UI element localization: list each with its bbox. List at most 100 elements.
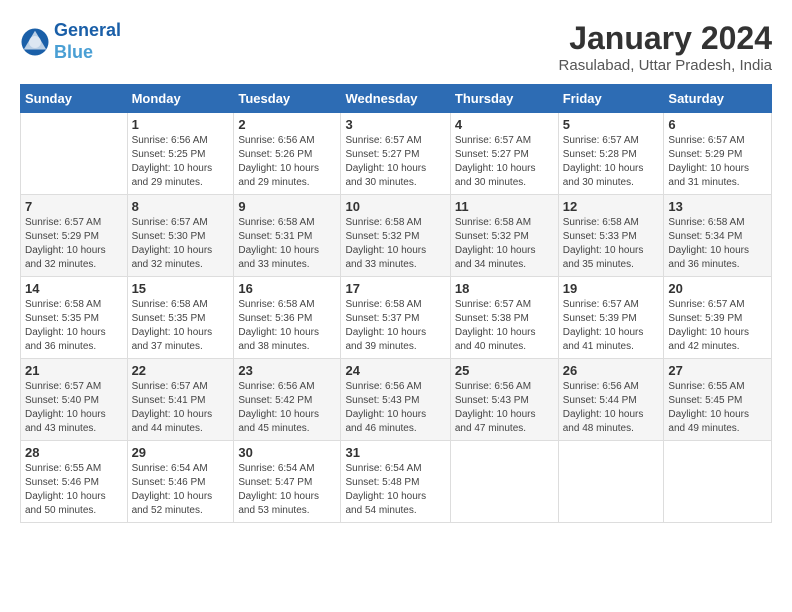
title-block: January 2024 Rasulabad, Uttar Pradesh, I… bbox=[559, 20, 772, 74]
calendar-week-row: 28 Sunrise: 6:55 AM Sunset: 5:46 PM Dayli… bbox=[21, 441, 772, 523]
calendar-week-row: 7 Sunrise: 6:57 AM Sunset: 5:29 PM Daylig… bbox=[21, 195, 772, 277]
day-info: Sunrise: 6:57 AM Sunset: 5:29 PM Dayligh… bbox=[25, 216, 123, 272]
logo-name1: General bbox=[54, 20, 121, 40]
calendar-cell: 9 Sunrise: 6:58 AM Sunset: 5:31 PM Daylig… bbox=[234, 195, 341, 277]
calendar-cell: 14 Sunrise: 6:58 AM Sunset: 5:35 PM Dayli… bbox=[21, 277, 128, 359]
day-info: Sunrise: 6:58 AM Sunset: 5:32 PM Dayligh… bbox=[345, 216, 445, 272]
header-day-saturday: Saturday bbox=[664, 85, 772, 113]
day-info: Sunrise: 6:57 AM Sunset: 5:27 PM Dayligh… bbox=[455, 134, 554, 190]
calendar-cell: 5 Sunrise: 6:57 AM Sunset: 5:28 PM Daylig… bbox=[558, 113, 664, 195]
day-info: Sunrise: 6:58 AM Sunset: 5:35 PM Dayligh… bbox=[25, 298, 123, 354]
day-info: Sunrise: 6:57 AM Sunset: 5:30 PM Dayligh… bbox=[132, 216, 230, 272]
calendar-cell: 20Sunrise: 6:57 AM Sunset: 5:39 PM Dayli… bbox=[664, 277, 772, 359]
day-number: 3 bbox=[345, 117, 445, 132]
calendar-cell: 27 Sunrise: 6:55 AM Sunset: 5:45 PM Dayli… bbox=[664, 359, 772, 441]
day-info: Sunrise: 6:57 AM Sunset: 5:40 PM Dayligh… bbox=[25, 380, 123, 436]
day-number: 30 bbox=[238, 445, 336, 460]
header-day-monday: Monday bbox=[127, 85, 234, 113]
calendar-cell bbox=[558, 441, 664, 523]
calendar-cell: 3 Sunrise: 6:57 AM Sunset: 5:27 PM Daylig… bbox=[341, 113, 450, 195]
calendar-cell: 7 Sunrise: 6:57 AM Sunset: 5:29 PM Daylig… bbox=[21, 195, 128, 277]
calendar-cell: 16 Sunrise: 6:58 AM Sunset: 5:36 PM Dayli… bbox=[234, 277, 341, 359]
logo-name2: Blue bbox=[54, 42, 93, 62]
day-number: 29 bbox=[132, 445, 230, 460]
header-day-sunday: Sunday bbox=[21, 85, 128, 113]
day-number: 11 bbox=[455, 199, 554, 214]
day-number: 19 bbox=[563, 281, 660, 296]
calendar-cell: 4 Sunrise: 6:57 AM Sunset: 5:27 PM Daylig… bbox=[450, 113, 558, 195]
day-info: Sunrise: 6:55 AM Sunset: 5:46 PM Dayligh… bbox=[25, 462, 123, 518]
day-number: 21 bbox=[25, 363, 123, 378]
day-number: 4 bbox=[455, 117, 554, 132]
day-info: Sunrise: 6:58 AM Sunset: 5:31 PM Dayligh… bbox=[238, 216, 336, 272]
day-info: Sunrise: 6:58 AM Sunset: 5:35 PM Dayligh… bbox=[132, 298, 230, 354]
day-number: 14 bbox=[25, 281, 123, 296]
day-info: Sunrise: 6:57 AM Sunset: 5:27 PM Dayligh… bbox=[345, 134, 445, 190]
calendar-cell: 30 Sunrise: 6:54 AM Sunset: 5:47 PM Dayli… bbox=[234, 441, 341, 523]
day-number: 25 bbox=[455, 363, 554, 378]
calendar-week-row: 1Sunrise: 6:56 AM Sunset: 5:25 PM Daylig… bbox=[21, 113, 772, 195]
day-info: Sunrise: 6:58 AM Sunset: 5:36 PM Dayligh… bbox=[238, 298, 336, 354]
calendar-cell: 22 Sunrise: 6:57 AM Sunset: 5:41 PM Dayli… bbox=[127, 359, 234, 441]
day-number: 9 bbox=[238, 199, 336, 214]
day-info: Sunrise: 6:55 AM Sunset: 5:45 PM Dayligh… bbox=[668, 380, 767, 436]
calendar-cell: 18Sunrise: 6:57 AM Sunset: 5:38 PM Dayli… bbox=[450, 277, 558, 359]
calendar-week-row: 21 Sunrise: 6:57 AM Sunset: 5:40 PM Dayli… bbox=[21, 359, 772, 441]
day-info: Sunrise: 6:56 AM Sunset: 5:44 PM Dayligh… bbox=[563, 380, 660, 436]
day-number: 31 bbox=[345, 445, 445, 460]
calendar-table: SundayMondayTuesdayWednesdayThursdayFrid… bbox=[20, 84, 772, 523]
day-number: 24 bbox=[345, 363, 445, 378]
day-number: 15 bbox=[132, 281, 230, 296]
calendar-cell: 2Sunrise: 6:56 AM Sunset: 5:26 PM Daylig… bbox=[234, 113, 341, 195]
day-info: Sunrise: 6:57 AM Sunset: 5:29 PM Dayligh… bbox=[668, 134, 767, 190]
day-number: 28 bbox=[25, 445, 123, 460]
logo-icon bbox=[20, 27, 50, 57]
day-number: 16 bbox=[238, 281, 336, 296]
day-info: Sunrise: 6:56 AM Sunset: 5:42 PM Dayligh… bbox=[238, 380, 336, 436]
day-number: 22 bbox=[132, 363, 230, 378]
calendar-cell: 10Sunrise: 6:58 AM Sunset: 5:32 PM Dayli… bbox=[341, 195, 450, 277]
day-info: Sunrise: 6:57 AM Sunset: 5:28 PM Dayligh… bbox=[563, 134, 660, 190]
calendar-cell: 6 Sunrise: 6:57 AM Sunset: 5:29 PM Daylig… bbox=[664, 113, 772, 195]
header-day-friday: Friday bbox=[558, 85, 664, 113]
day-info: Sunrise: 6:58 AM Sunset: 5:37 PM Dayligh… bbox=[345, 298, 445, 354]
calendar-cell: 23 Sunrise: 6:56 AM Sunset: 5:42 PM Dayli… bbox=[234, 359, 341, 441]
calendar-cell: 11 Sunrise: 6:58 AM Sunset: 5:32 PM Dayli… bbox=[450, 195, 558, 277]
calendar-cell: 1Sunrise: 6:56 AM Sunset: 5:25 PM Daylig… bbox=[127, 113, 234, 195]
calendar-cell: 13 Sunrise: 6:58 AM Sunset: 5:34 PM Dayli… bbox=[664, 195, 772, 277]
day-number: 8 bbox=[132, 199, 230, 214]
day-number: 5 bbox=[563, 117, 660, 132]
day-info: Sunrise: 6:56 AM Sunset: 5:43 PM Dayligh… bbox=[455, 380, 554, 436]
day-info: Sunrise: 6:56 AM Sunset: 5:25 PM Dayligh… bbox=[132, 134, 230, 190]
calendar-cell: 31Sunrise: 6:54 AM Sunset: 5:48 PM Dayli… bbox=[341, 441, 450, 523]
day-info: Sunrise: 6:56 AM Sunset: 5:43 PM Dayligh… bbox=[345, 380, 445, 436]
day-number: 17 bbox=[345, 281, 445, 296]
day-number: 12 bbox=[563, 199, 660, 214]
month-title: January 2024 bbox=[559, 20, 772, 57]
day-info: Sunrise: 6:54 AM Sunset: 5:47 PM Dayligh… bbox=[238, 462, 336, 518]
day-info: Sunrise: 6:57 AM Sunset: 5:39 PM Dayligh… bbox=[668, 298, 767, 354]
day-number: 2 bbox=[238, 117, 336, 132]
calendar-cell: 12Sunrise: 6:58 AM Sunset: 5:33 PM Dayli… bbox=[558, 195, 664, 277]
day-number: 13 bbox=[668, 199, 767, 214]
header-day-tuesday: Tuesday bbox=[234, 85, 341, 113]
location-subtitle: Rasulabad, Uttar Pradesh, India bbox=[559, 57, 772, 74]
calendar-cell: 24 Sunrise: 6:56 AM Sunset: 5:43 PM Dayli… bbox=[341, 359, 450, 441]
header-day-thursday: Thursday bbox=[450, 85, 558, 113]
logo: General Blue bbox=[20, 20, 121, 63]
calendar-week-row: 14 Sunrise: 6:58 AM Sunset: 5:35 PM Dayli… bbox=[21, 277, 772, 359]
day-number: 23 bbox=[238, 363, 336, 378]
calendar-cell: 25 Sunrise: 6:56 AM Sunset: 5:43 PM Dayli… bbox=[450, 359, 558, 441]
day-info: Sunrise: 6:57 AM Sunset: 5:38 PM Dayligh… bbox=[455, 298, 554, 354]
day-info: Sunrise: 6:57 AM Sunset: 5:39 PM Dayligh… bbox=[563, 298, 660, 354]
calendar-cell: 21 Sunrise: 6:57 AM Sunset: 5:40 PM Dayli… bbox=[21, 359, 128, 441]
day-number: 7 bbox=[25, 199, 123, 214]
day-info: Sunrise: 6:58 AM Sunset: 5:32 PM Dayligh… bbox=[455, 216, 554, 272]
day-number: 27 bbox=[668, 363, 767, 378]
day-number: 26 bbox=[563, 363, 660, 378]
day-number: 6 bbox=[668, 117, 767, 132]
day-info: Sunrise: 6:58 AM Sunset: 5:34 PM Dayligh… bbox=[668, 216, 767, 272]
calendar-cell: 29Sunrise: 6:54 AM Sunset: 5:46 PM Dayli… bbox=[127, 441, 234, 523]
calendar-cell bbox=[664, 441, 772, 523]
day-info: Sunrise: 6:57 AM Sunset: 5:41 PM Dayligh… bbox=[132, 380, 230, 436]
